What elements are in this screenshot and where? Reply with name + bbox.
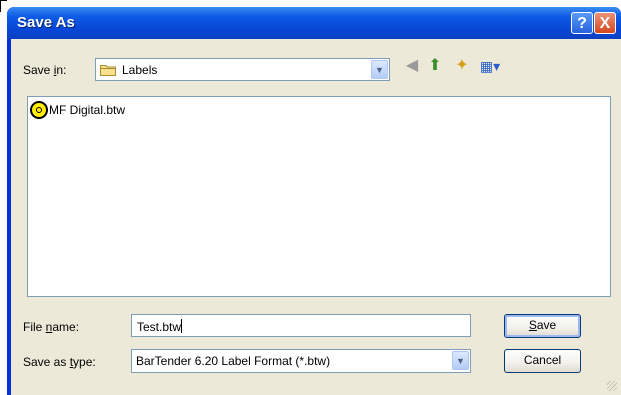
save-as-type-dropdown[interactable]: BarTender 6.20 Label Format (*.btw) ▼: [131, 349, 471, 373]
save-as-type-label: Save as type:: [23, 355, 96, 369]
save-in-label: Save in:: [23, 63, 67, 77]
corner-line-left: [0, 0, 1, 12]
save-in-value: Labels: [122, 63, 158, 77]
save-in-dropdown[interactable]: Labels ▼: [95, 58, 390, 81]
save-in-dropdown-arrow[interactable]: ▼: [371, 60, 388, 79]
cancel-button[interactable]: Cancel: [504, 349, 581, 373]
text-caret: [181, 319, 183, 333]
save-as-type-dropdown-arrow[interactable]: ▼: [452, 351, 469, 370]
back-icon[interactable]: ◀: [401, 56, 423, 76]
help-button[interactable]: ?: [571, 12, 593, 34]
save-button[interactable]: Save: [504, 314, 581, 338]
resize-grip[interactable]: [607, 381, 617, 391]
file-list[interactable]: MF Digital.btw: [27, 96, 611, 297]
up-folder-icon[interactable]: ⬆: [424, 56, 446, 76]
folder-icon: [100, 65, 116, 76]
bartender-file-icon: [30, 101, 48, 119]
new-folder-icon[interactable]: ✦: [451, 56, 473, 76]
dialog-title: Save As: [17, 14, 75, 31]
save-as-dialog: Save As ? X Save in: Labels ▼ ◀ ⬆ ✦ ▦▾ M…: [7, 7, 621, 395]
file-name-input[interactable]: Test.btw: [131, 314, 471, 337]
corner-line-top: [0, 0, 7, 1]
file-name-value: Test.btw: [137, 319, 183, 334]
file-name-label: File name:: [23, 320, 80, 334]
title-bar[interactable]: Save As ? X: [7, 7, 621, 39]
dialog-body: Save in: Labels ▼ ◀ ⬆ ✦ ▦▾ MF Digital.bt…: [11, 39, 621, 395]
close-button[interactable]: X: [594, 12, 616, 34]
views-menu-icon[interactable]: ▦▾: [475, 56, 505, 76]
file-item-name: MF Digital.btw: [49, 103, 126, 117]
save-as-type-value: BarTender 6.20 Label Format (*.btw): [136, 354, 331, 368]
